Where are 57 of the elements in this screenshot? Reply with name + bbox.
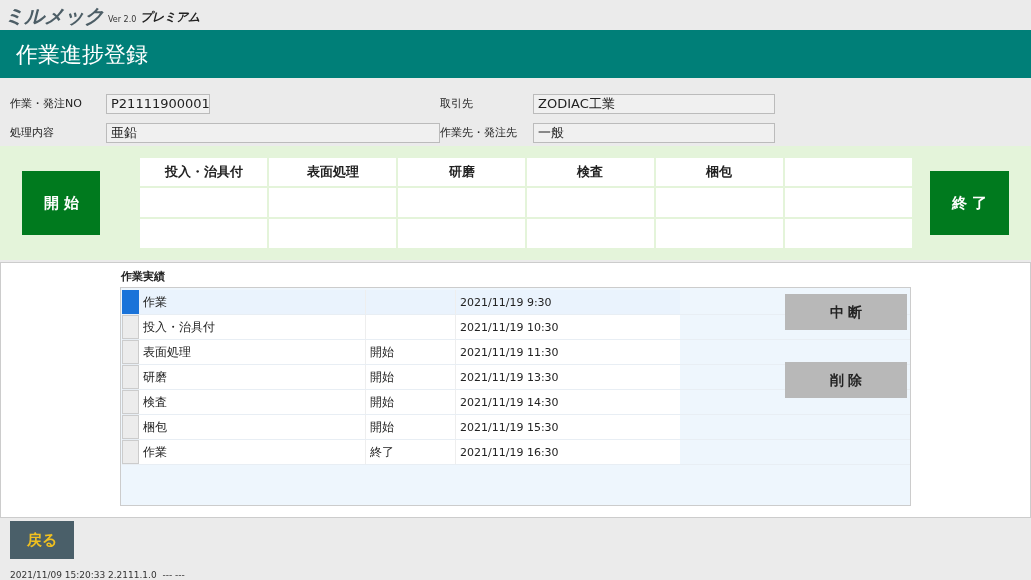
table-cell-text: 作業	[142, 444, 168, 461]
field-label: 作業先・発注先	[440, 125, 518, 141]
row-selector[interactable]	[122, 440, 139, 464]
row-selector[interactable]	[122, 340, 139, 364]
table-cell-text: 表面処理	[142, 344, 192, 361]
results-row[interactable]: 検査 開始 2021/11/19 14:30	[139, 390, 680, 414]
table-cell: 開始	[365, 390, 455, 414]
action-button[interactable]: 削 除	[785, 362, 907, 398]
table-cell-text: 作業	[142, 294, 168, 311]
table-cell: 2021/11/19 13:30	[455, 365, 680, 389]
table-cell-text: 研磨	[142, 369, 168, 386]
start-button[interactable]: 開 始	[22, 171, 101, 235]
input-field[interactable]: 亜鉛	[105, 123, 440, 144]
version-text: Ver 2.0	[108, 14, 137, 26]
section-label: 作業実績	[121, 269, 165, 285]
action-button[interactable]: 中 断	[785, 294, 907, 330]
column-header: 表面処理	[269, 158, 397, 186]
results-row[interactable]: 梱包 開始 2021/11/19 15:30	[139, 415, 680, 439]
table-cell: 2021/11/19 15:30	[455, 415, 680, 439]
column-header: 梱包	[655, 158, 783, 186]
row-selector[interactable]	[122, 365, 139, 389]
field-label: 作業・発注NO	[10, 95, 83, 112]
page-title: 作業進捗登録	[16, 40, 148, 69]
row-selector[interactable]	[122, 415, 139, 439]
field-label: 処理内容	[10, 125, 55, 141]
table-cell-text: 検査	[142, 394, 168, 411]
logo-text: ミルメック	[4, 6, 104, 26]
table-cell: 2021/11/19 16:30	[455, 440, 680, 464]
row-selector[interactable]	[122, 390, 139, 414]
end-button[interactable]: 終 了	[929, 171, 1009, 235]
results-row[interactable]: 作業 終了 2021/11/19 16:30	[139, 440, 680, 464]
results-row[interactable]: 作業 2021/11/19 9:30	[139, 290, 680, 314]
row-selector[interactable]	[122, 290, 139, 314]
table-cell: 2021/11/19 14:30	[455, 390, 680, 414]
column-header: 検査	[527, 158, 654, 186]
input-field[interactable]: 一般	[533, 123, 775, 144]
table-cell: 2021/11/19 9:30	[455, 290, 680, 314]
table-cell: 開始	[365, 365, 455, 389]
results-row[interactable]: 表面処理 開始 2021/11/19 11:30	[139, 340, 680, 364]
column-header: 投入・治具付	[140, 158, 268, 186]
back-button[interactable]: 戻る	[10, 521, 74, 559]
table-cell-text: 梱包	[142, 419, 168, 436]
table-cell: 開始	[365, 415, 455, 439]
table-cell: 開始	[365, 340, 455, 364]
row-selector[interactable]	[122, 315, 139, 339]
edition-text: プレミアム	[140, 9, 201, 26]
table-cell: 2021/11/19 11:30	[455, 340, 680, 364]
results-row[interactable]: 研磨 開始 2021/11/19 13:30	[139, 365, 680, 389]
table-cell: 2021/11/19 10:30	[455, 315, 680, 339]
input-field[interactable]: P21111900001	[106, 93, 210, 114]
table-cell: 終了	[365, 440, 455, 464]
field-label: 取引先	[440, 95, 474, 112]
status-text: 2021/11/09 15:20:33 2.2111.1.0 --- ---	[10, 570, 185, 580]
results-row[interactable]: 投入・治具付 2021/11/19 10:30	[139, 315, 680, 339]
table-cell-text: 投入・治具付	[142, 319, 216, 336]
input-field[interactable]: ZODIAC工業	[533, 93, 775, 114]
column-header: 研磨	[398, 158, 525, 186]
